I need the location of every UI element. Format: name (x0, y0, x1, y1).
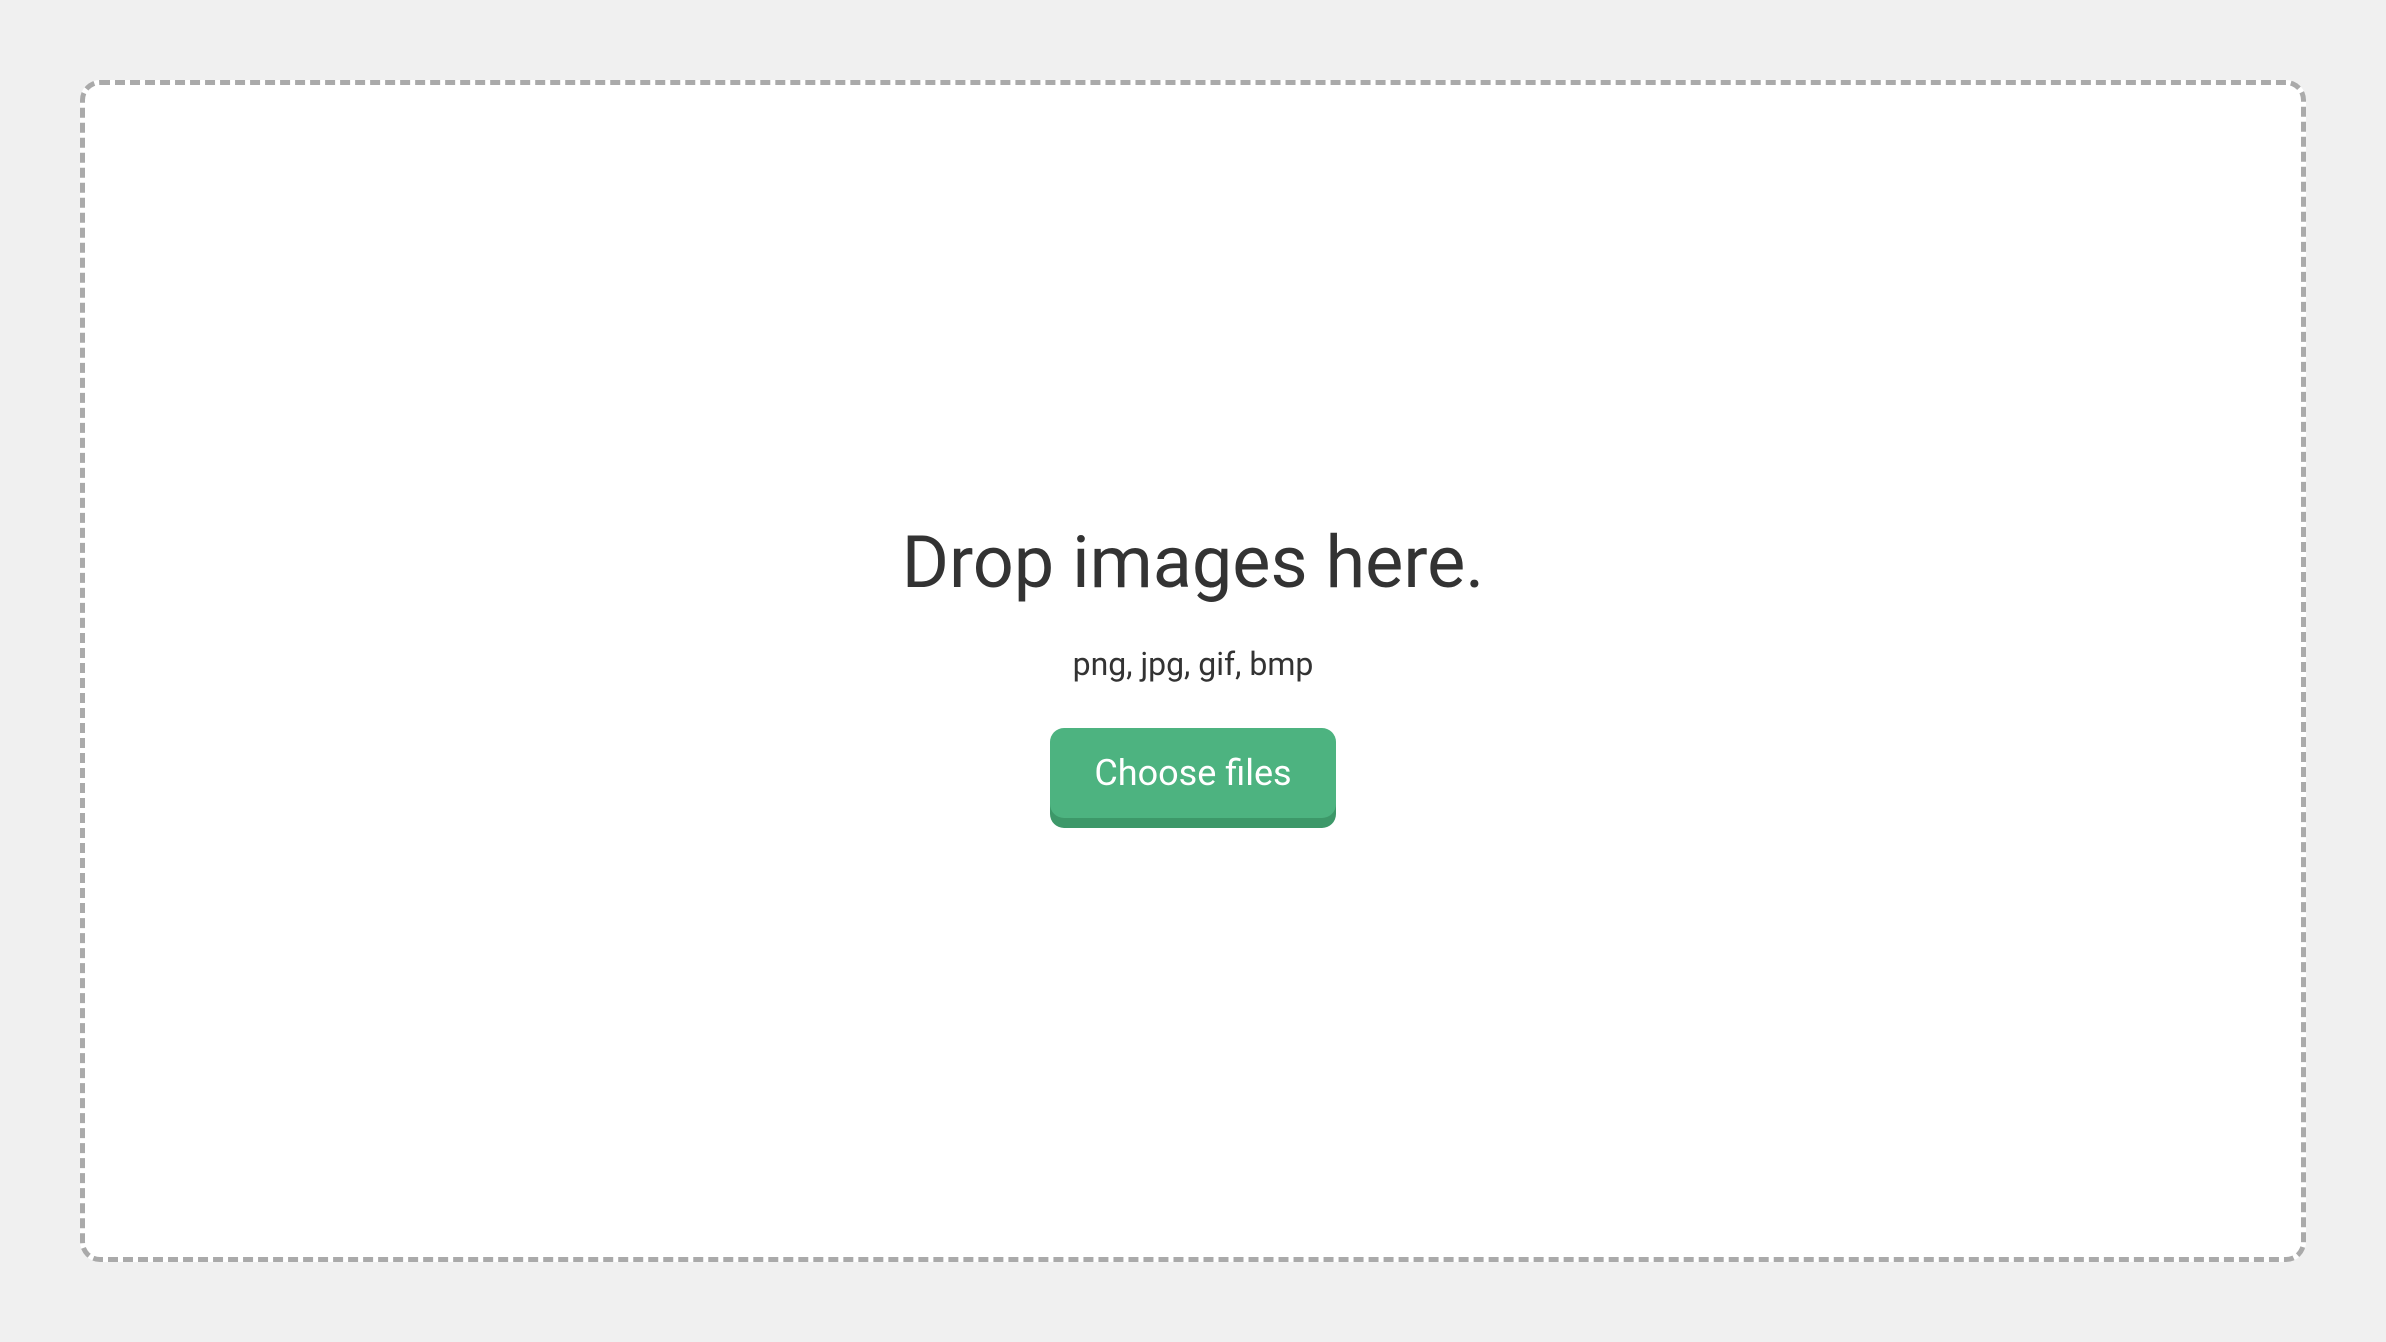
choose-files-button[interactable]: Choose files (1050, 728, 1335, 818)
accepted-file-types: png, jpg, gif, bmp (1073, 645, 1314, 683)
file-dropzone[interactable]: Drop images here. png, jpg, gif, bmp Cho… (80, 80, 2306, 1262)
dropzone-title: Drop images here. (902, 520, 1484, 605)
